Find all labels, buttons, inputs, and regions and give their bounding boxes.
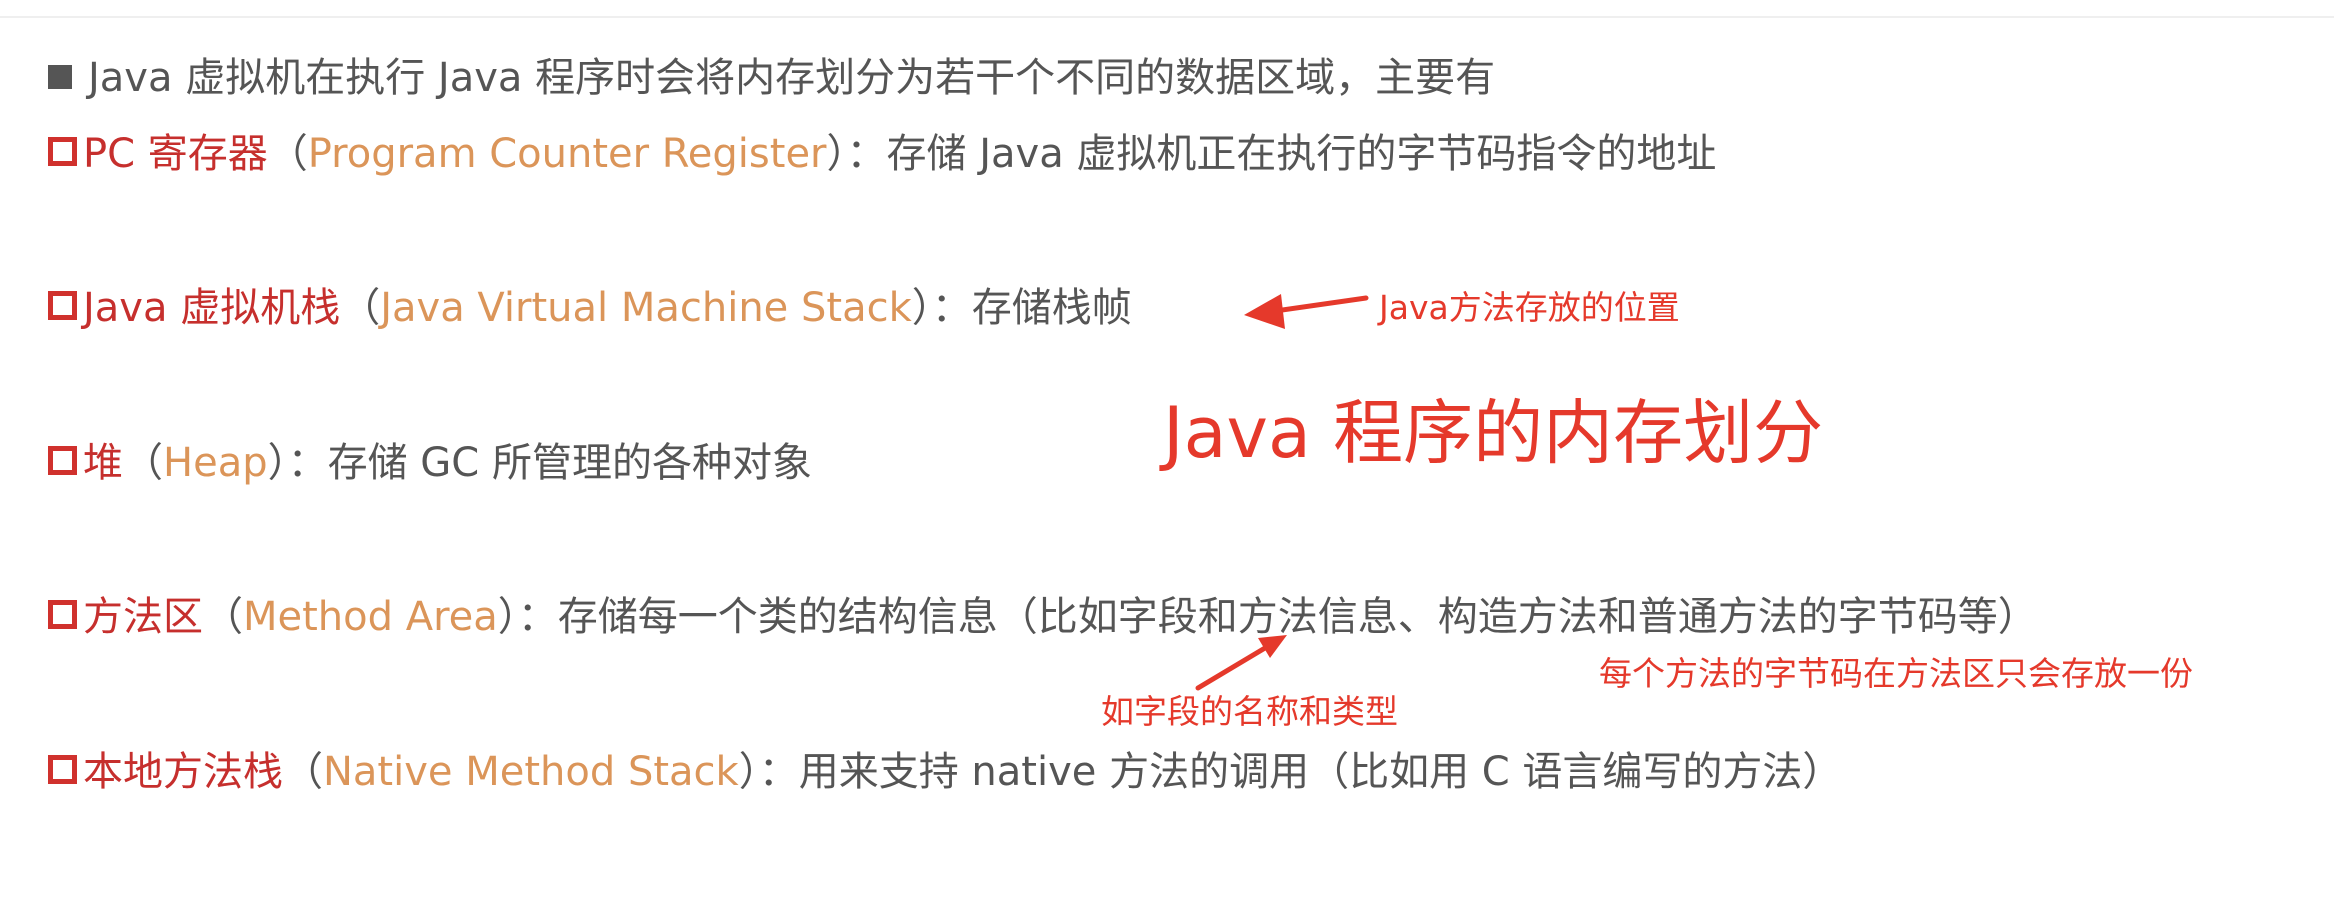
stack-arrow-icon: [1244, 294, 1369, 329]
field-arrow-icon: [1195, 635, 1287, 691]
annotation-arrows: [1195, 294, 1369, 691]
